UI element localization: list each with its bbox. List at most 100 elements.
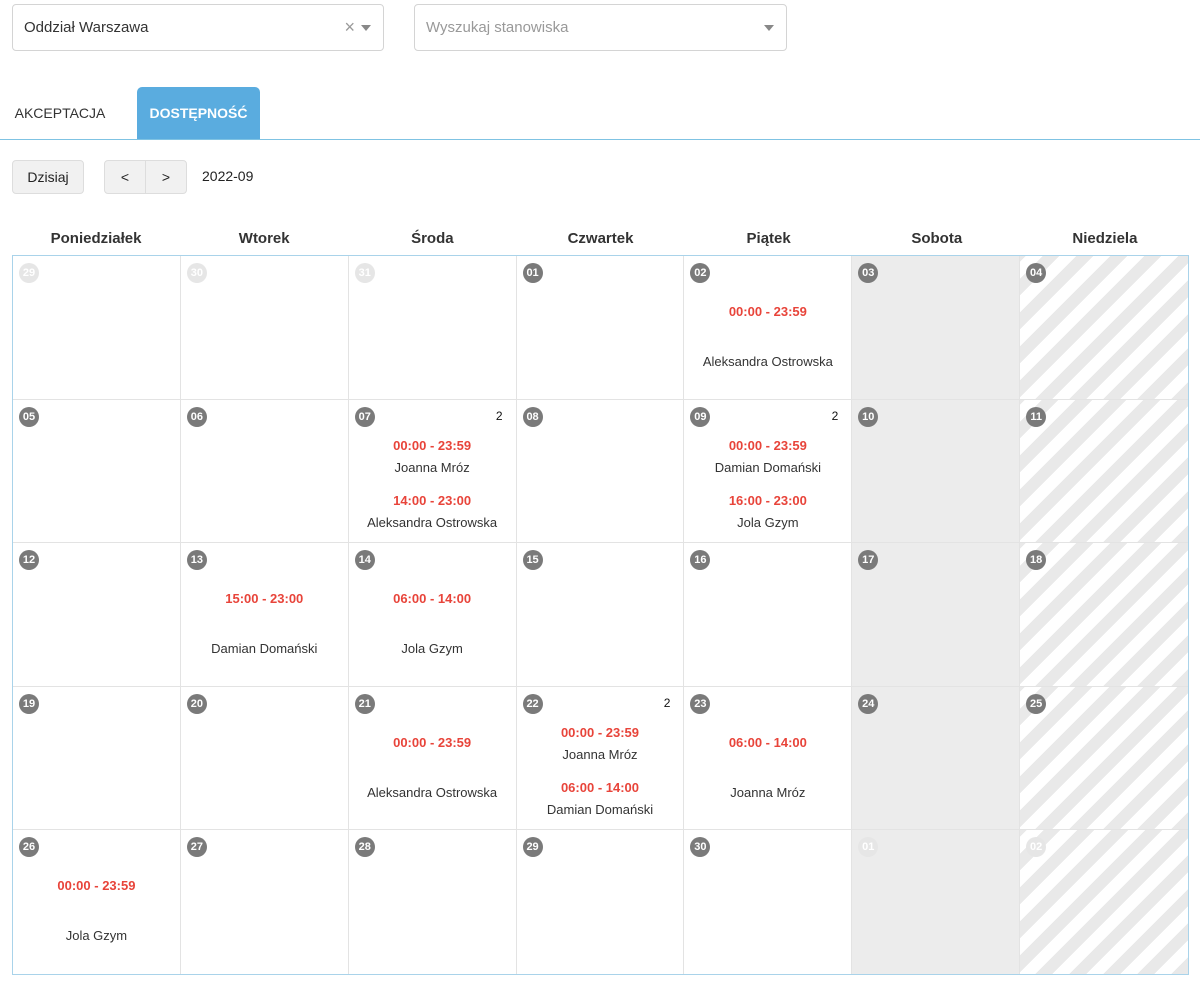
shift-list: 00:00 - 23:59 Joanna Mróz 14:00 - 23:00 Ale… bbox=[349, 435, 516, 543]
shift-count: 2 bbox=[663, 695, 671, 710]
shift-person: Joanna Mróz bbox=[730, 784, 806, 800]
today-button[interactable]: Dzisiaj bbox=[12, 160, 84, 194]
calendar-day-cell[interactable]: 14 06:00 - 14:00 Jola Gzym bbox=[348, 543, 517, 687]
shift-entry[interactable]: 00:00 - 23:59 Joanna Mróz bbox=[349, 435, 516, 490]
shift-person: Damian Domański bbox=[211, 641, 318, 657]
calendar-day-cell[interactable]: 17 bbox=[852, 543, 1021, 687]
shift-person: Joanna Mróz bbox=[562, 746, 638, 762]
calendar-day-cell[interactable]: 19 bbox=[13, 686, 181, 831]
position-search-select[interactable]: Wyszukaj stanowiska bbox=[414, 4, 787, 51]
prev-month-button[interactable]: < bbox=[104, 160, 146, 194]
chevron-down-icon[interactable] bbox=[361, 25, 371, 31]
shift-entry[interactable]: 06:00 - 14:00 Damian Domański bbox=[517, 777, 684, 830]
month-calendar: 29 30 31 01 02 00:00 - 23:59 Aleksandra Ostrow… bbox=[12, 255, 1189, 975]
next-month-button[interactable]: > bbox=[145, 160, 187, 194]
calendar-day-cell[interactable]: 25 bbox=[1020, 686, 1188, 831]
day-number-badge: 13 bbox=[186, 550, 207, 571]
day-number-badge: 30 bbox=[690, 837, 711, 858]
tab-akceptacja[interactable]: AKCEPTACJA bbox=[0, 87, 120, 139]
calendar-day-cell[interactable]: 22 2 00:00 - 23:59 Joanna Mróz 06:00 - 14:00… bbox=[516, 686, 685, 831]
calendar-day-cell[interactable]: 16 bbox=[684, 543, 853, 687]
shift-entry[interactable]: 00:00 - 23:59 Joanna Mróz bbox=[517, 722, 684, 777]
calendar-day-cell[interactable]: 29 bbox=[516, 830, 685, 974]
calendar-day-cell[interactable]: 11 bbox=[1020, 399, 1188, 544]
shift-person: Jola Gzym bbox=[401, 641, 463, 657]
day-number-badge: 21 bbox=[354, 693, 375, 714]
weekday-label: Piątek bbox=[746, 230, 791, 247]
position-search-placeholder: Wyszukaj stanowiska bbox=[426, 19, 569, 36]
clear-icon[interactable]: × bbox=[344, 16, 355, 38]
shift-entry[interactable]: 00:00 - 23:59 Jola Gzym bbox=[13, 878, 180, 943]
weekday-label: Sobota bbox=[911, 230, 963, 247]
calendar-day-cell[interactable]: 13 15:00 - 23:00 Damian Domański bbox=[180, 543, 349, 687]
shift-entry[interactable]: 15:00 - 23:00 Damian Domański bbox=[181, 591, 348, 656]
calendar-day-cell[interactable]: 01 bbox=[516, 256, 685, 400]
shift-time: 00:00 - 23:59 bbox=[57, 878, 136, 894]
shift-time: 00:00 - 23:59 bbox=[728, 437, 807, 453]
calendar-day-cell[interactable]: 27 bbox=[180, 830, 349, 974]
shift-person: Jola Gzym bbox=[737, 514, 799, 530]
calendar-day-cell[interactable]: 26 00:00 - 23:59 Jola Gzym bbox=[13, 830, 181, 974]
shift-entry[interactable]: 00:00 - 23:59 Damian Domański bbox=[684, 435, 851, 490]
shift-person: Joanna Mróz bbox=[394, 459, 470, 475]
day-number-badge: 02 bbox=[1026, 837, 1047, 858]
calendar-day-cell[interactable]: 10 bbox=[852, 399, 1021, 544]
branch-select[interactable]: Oddział Warszawa × bbox=[12, 4, 384, 51]
shift-person: Damian Domański bbox=[714, 459, 821, 475]
tab-dostepnosc[interactable]: DOSTĘPNOŚĆ bbox=[137, 87, 260, 139]
day-number-badge: 18 bbox=[1026, 550, 1047, 571]
calendar-day-cell[interactable]: 23 06:00 - 14:00 Joanna Mróz bbox=[684, 686, 853, 831]
shift-entry[interactable]: 06:00 - 14:00 Jola Gzym bbox=[349, 591, 516, 656]
day-number-badge: 29 bbox=[522, 837, 543, 858]
shift-time: 15:00 - 23:00 bbox=[225, 591, 304, 607]
weekday-label: Poniedziałek bbox=[50, 230, 142, 247]
day-number-badge: 05 bbox=[19, 406, 39, 427]
day-number-badge: 16 bbox=[690, 550, 711, 571]
branch-select-value: Oddział Warszawa bbox=[24, 19, 149, 36]
day-number-badge: 15 bbox=[522, 550, 543, 571]
shift-list: 00:00 - 23:59 Joanna Mróz 06:00 - 14:00 Dam… bbox=[517, 722, 684, 830]
calendar-day-cell[interactable]: 06 bbox=[180, 399, 349, 544]
shift-time: 06:00 - 14:00 bbox=[728, 734, 807, 750]
day-number-badge: 22 bbox=[522, 693, 543, 714]
day-number-badge: 14 bbox=[354, 550, 375, 571]
day-number-badge: 04 bbox=[1026, 263, 1047, 283]
calendar-day-cell[interactable]: 21 00:00 - 23:59 Aleksandra Ostrowska bbox=[348, 686, 517, 831]
calendar-day-cell[interactable]: 07 2 00:00 - 23:59 Joanna Mróz 14:00 - 23:00… bbox=[348, 399, 517, 544]
current-period: 2022-09 bbox=[202, 168, 254, 184]
day-number-badge: 06 bbox=[186, 406, 207, 427]
calendar-day-cell[interactable]: 01 bbox=[852, 830, 1021, 974]
calendar-day-cell[interactable]: 31 bbox=[348, 256, 517, 400]
weekday-label: Czwartek bbox=[567, 230, 634, 247]
calendar-day-cell[interactable]: 29 bbox=[13, 256, 181, 400]
day-number-badge: 10 bbox=[858, 406, 879, 427]
shift-person: Aleksandra Ostrowska bbox=[367, 514, 498, 530]
calendar-day-cell[interactable]: 05 bbox=[13, 399, 181, 544]
calendar-day-cell[interactable]: 08 bbox=[516, 399, 685, 544]
calendar-day-cell[interactable]: 03 bbox=[852, 256, 1021, 400]
shift-time: 14:00 - 23:00 bbox=[393, 492, 472, 508]
calendar-day-cell[interactable]: 30 bbox=[180, 256, 349, 400]
calendar-day-cell[interactable]: 12 bbox=[13, 543, 181, 687]
shift-time: 06:00 - 14:00 bbox=[560, 779, 640, 795]
shift-entry[interactable]: 16:00 - 23:00 Jola Gzym bbox=[684, 490, 851, 543]
shift-entry[interactable]: 06:00 - 14:00 Joanna Mróz bbox=[684, 735, 851, 800]
calendar-day-cell[interactable]: 28 bbox=[348, 830, 517, 974]
calendar-day-cell[interactable]: 18 bbox=[1020, 543, 1188, 687]
shift-list: 00:00 - 23:59 Damian Domański 16:00 - 23:0… bbox=[684, 435, 851, 543]
calendar-day-cell[interactable]: 15 bbox=[516, 543, 685, 687]
calendar-day-cell[interactable]: 02 00:00 - 23:59 Aleksandra Ostrowska bbox=[684, 256, 853, 400]
chevron-down-icon[interactable] bbox=[764, 25, 774, 31]
calendar-day-cell[interactable]: 30 bbox=[684, 830, 853, 974]
shift-entry[interactable]: 00:00 - 23:59 Aleksandra Ostrowska bbox=[349, 735, 516, 800]
calendar-day-cell[interactable]: 04 bbox=[1020, 256, 1188, 400]
calendar-day-cell[interactable]: 24 bbox=[852, 686, 1021, 831]
calendar-day-cell[interactable]: 02 bbox=[1020, 830, 1188, 974]
shift-entry[interactable]: 00:00 - 23:59 Aleksandra Ostrowska bbox=[684, 304, 851, 369]
day-number-badge: 02 bbox=[690, 263, 711, 283]
shift-entry[interactable]: 14:00 - 23:00 Aleksandra Ostrowska bbox=[349, 490, 516, 543]
day-number-badge: 12 bbox=[19, 550, 39, 571]
calendar-day-cell[interactable]: 20 bbox=[180, 686, 349, 831]
tab-bar: AKCEPTACJA DOSTĘPNOŚĆ bbox=[0, 87, 1200, 140]
calendar-day-cell[interactable]: 09 2 00:00 - 23:59 Damian Domański 16:00 - 2… bbox=[684, 399, 853, 544]
